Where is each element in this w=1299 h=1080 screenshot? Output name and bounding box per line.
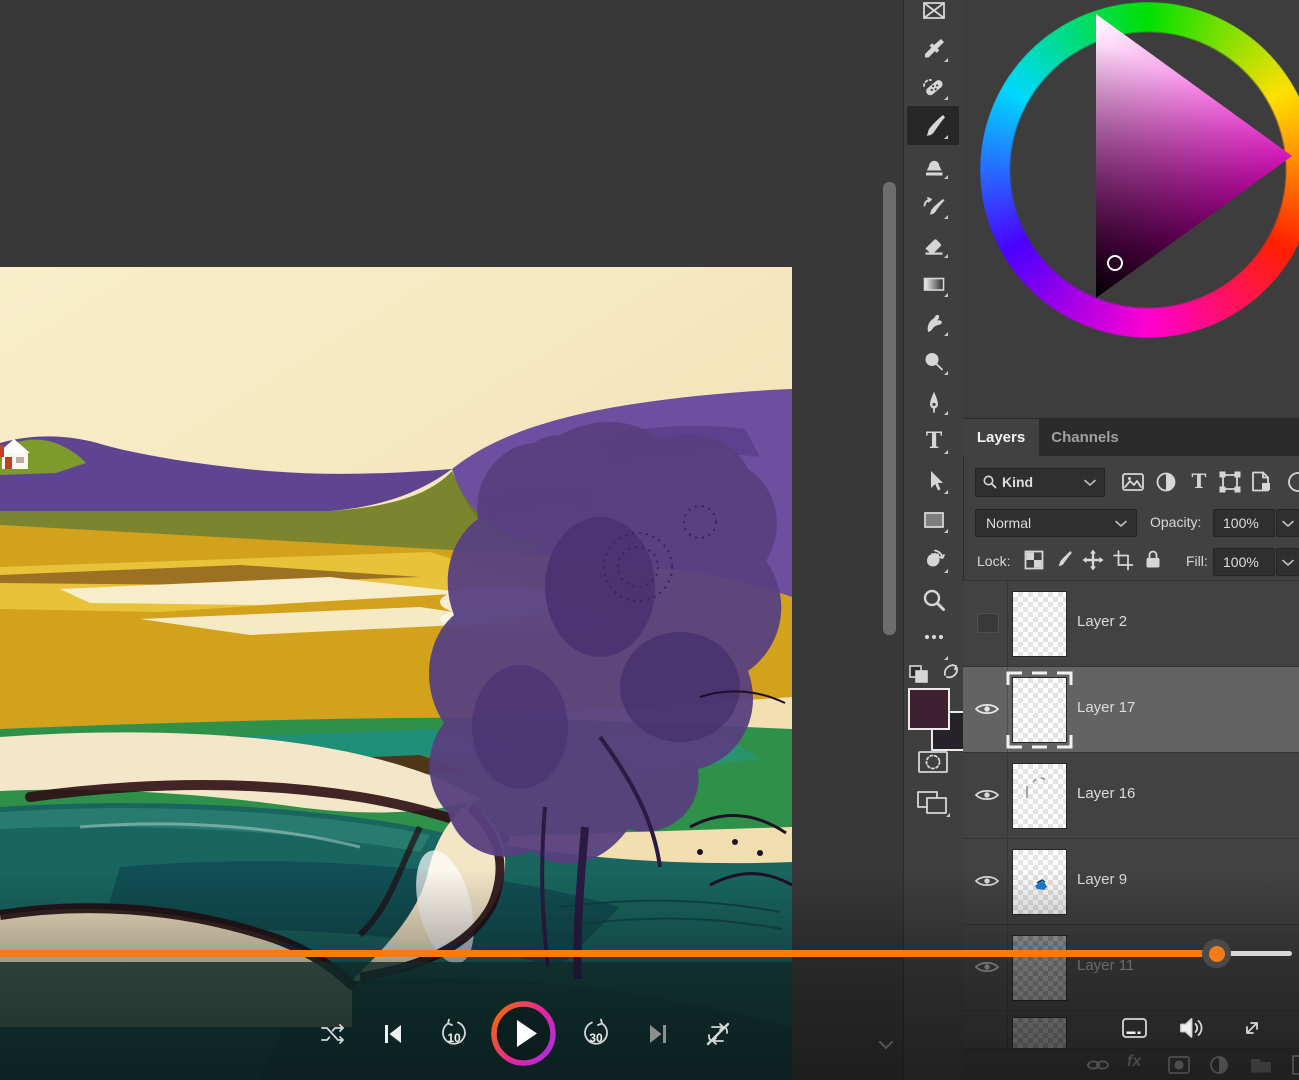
- smudge-tool[interactable]: [921, 310, 947, 336]
- foreground-color-swatch[interactable]: [908, 688, 950, 730]
- lock-label: Lock:: [977, 553, 1010, 569]
- fullscreen-button[interactable]: [1239, 1015, 1265, 1041]
- eye-icon[interactable]: [974, 787, 1000, 804]
- chevron-down-icon: [1084, 479, 1096, 487]
- chevron-down-icon: [1282, 520, 1294, 528]
- next-button[interactable]: [645, 1021, 671, 1047]
- zoom-tool[interactable]: [921, 587, 947, 613]
- tab-layers-label: Layers: [977, 429, 1025, 446]
- layer-name[interactable]: Layer 17: [1077, 699, 1135, 716]
- eye-icon[interactable]: [974, 701, 1000, 718]
- fill-dropdown-button[interactable]: [1276, 548, 1299, 576]
- fill-value-box[interactable]: 100%: [1213, 548, 1275, 576]
- layer-row[interactable]: Layer 2: [963, 580, 1299, 666]
- fill-value: 100%: [1223, 549, 1259, 575]
- path-select-tool[interactable]: [921, 468, 947, 494]
- forward-30-button[interactable]: 30: [580, 1018, 612, 1052]
- filter-type-icon[interactable]: T: [1188, 470, 1210, 492]
- hsv-triangle[interactable]: [1090, 4, 1299, 304]
- eyedropper-tool[interactable]: [921, 36, 947, 62]
- video-bottom-shade: [0, 870, 1299, 1080]
- history-brush-tool[interactable]: [921, 193, 947, 219]
- tab-channels-label: Channels: [1051, 429, 1119, 446]
- lock-artboard-icon[interactable]: [1112, 549, 1134, 571]
- chevron-down-icon: [1115, 520, 1127, 528]
- lock-paint-icon[interactable]: [1052, 549, 1074, 571]
- swap-colors-icon[interactable]: [940, 660, 962, 682]
- timeline-played[interactable]: [0, 950, 1205, 957]
- fill-label: Fill:: [1186, 553, 1208, 569]
- dodge-tool[interactable]: [921, 349, 947, 375]
- filter-toggle-icon[interactable]: [1284, 471, 1299, 493]
- layer-row-selected[interactable]: Layer 17: [963, 666, 1299, 752]
- canvas-vertical-scrollbar[interactable]: [883, 182, 896, 635]
- opacity-value-box[interactable]: 100%: [1213, 509, 1275, 537]
- filter-kind-dropdown[interactable]: Kind: [975, 468, 1105, 497]
- timeline-scrubber-handle[interactable]: [1202, 939, 1231, 968]
- visibility-toggle-empty[interactable]: [977, 613, 999, 633]
- quick-mask-button[interactable]: [917, 749, 949, 775]
- filter-smart-object-icon[interactable]: [1250, 470, 1274, 493]
- more-tools-button[interactable]: [921, 630, 947, 656]
- previous-button[interactable]: [380, 1021, 406, 1047]
- clone-stamp-tool[interactable]: [921, 153, 947, 179]
- opacity-dropdown-button[interactable]: [1276, 509, 1299, 537]
- miniplayer-button[interactable]: [1121, 1017, 1148, 1040]
- eraser-tool[interactable]: [921, 232, 947, 258]
- shape-tool[interactable]: [921, 507, 947, 533]
- filter-adjustment-icon[interactable]: [1155, 471, 1177, 493]
- screen-mode-button[interactable]: [916, 789, 950, 817]
- spot-healing-brush-tool[interactable]: [921, 74, 947, 100]
- forward-seconds-label: 30: [580, 1031, 612, 1045]
- layer-row[interactable]: Layer 16: [963, 752, 1299, 838]
- search-icon: [982, 474, 998, 490]
- chevron-down-icon: [1282, 559, 1294, 567]
- screen: T: [0, 0, 1299, 1080]
- pen-tool[interactable]: [921, 389, 947, 415]
- filter-image-icon[interactable]: [1121, 471, 1145, 493]
- lock-all-icon[interactable]: [1142, 548, 1164, 570]
- volume-button[interactable]: [1178, 1015, 1206, 1041]
- blend-mode-dropdown[interactable]: Normal: [975, 509, 1137, 537]
- layer-name[interactable]: Layer 16: [1077, 785, 1135, 802]
- layer-name[interactable]: Layer 2: [1077, 613, 1127, 630]
- timeline-track-remaining[interactable]: [1229, 951, 1292, 956]
- thumbnail-selection-brackets: [1006, 671, 1073, 749]
- rewind-10-button[interactable]: 10: [438, 1018, 470, 1052]
- blend-mode-value: Normal: [986, 510, 1031, 536]
- tab-layers[interactable]: Layers: [963, 419, 1039, 456]
- repeat-off-button[interactable]: [704, 1020, 732, 1048]
- opacity-label: Opacity:: [1150, 514, 1201, 530]
- layer-thumbnail[interactable]: [1012, 591, 1067, 657]
- rotate-view-tool[interactable]: [921, 547, 947, 573]
- tab-channels[interactable]: Channels: [1039, 419, 1131, 456]
- scrubber-dot: [1209, 946, 1225, 962]
- filter-shape-icon[interactable]: [1218, 471, 1242, 493]
- default-colors-icon[interactable]: [908, 664, 930, 684]
- svg-text:T: T: [1192, 470, 1207, 492]
- brush-tool[interactable]: [921, 113, 947, 139]
- slice-tool[interactable]: [921, 0, 947, 23]
- shuffle-button[interactable]: [318, 1020, 346, 1048]
- lock-transparency-icon[interactable]: [1023, 549, 1045, 571]
- lock-position-icon[interactable]: [1081, 548, 1105, 572]
- gradient-tool[interactable]: [921, 271, 947, 297]
- svg-text:T: T: [926, 428, 943, 454]
- filter-kind-label: Kind: [1002, 469, 1033, 495]
- play-button[interactable]: [490, 1000, 557, 1067]
- layer-thumbnail[interactable]: [1012, 763, 1067, 829]
- type-tool[interactable]: T: [921, 428, 947, 454]
- rewind-seconds-label: 10: [438, 1031, 470, 1045]
- opacity-value: 100%: [1223, 510, 1259, 536]
